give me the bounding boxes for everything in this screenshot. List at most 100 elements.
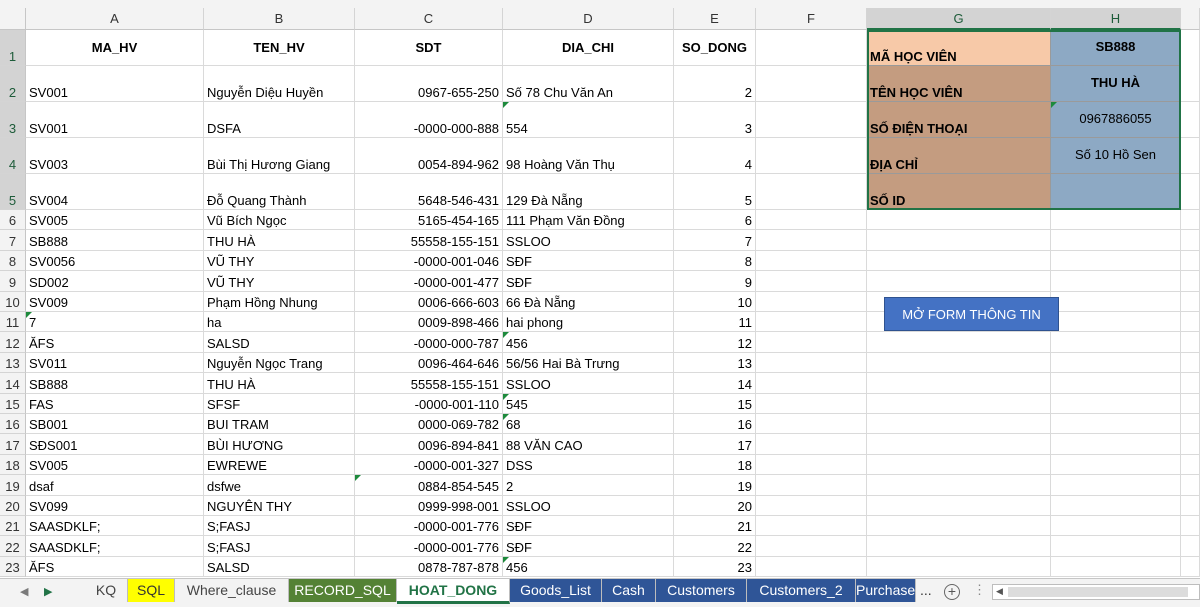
row-header-17[interactable]: 17	[0, 434, 26, 455]
empty-cell[interactable]	[867, 393, 1051, 414]
header-cell-sdt[interactable]: SDT	[355, 30, 503, 66]
student-id-cell[interactable]: dsaf	[26, 475, 204, 496]
column-header-extra[interactable]	[1181, 8, 1200, 30]
row-header-23[interactable]: 23	[0, 556, 26, 578]
form-value[interactable]: SB888	[1051, 30, 1181, 66]
empty-cell[interactable]	[1051, 291, 1181, 312]
address-cell[interactable]: SSLOO	[503, 373, 674, 394]
form-label[interactable]: SỐ ID	[867, 174, 1051, 210]
student-name-cell[interactable]: Nguyễn Diệu Huyền	[204, 66, 355, 102]
empty-cell[interactable]	[756, 536, 867, 557]
student-id-cell[interactable]: SV004	[26, 174, 204, 210]
address-cell[interactable]: 456	[503, 556, 674, 578]
student-name-cell[interactable]: Phạm Hồng Nhung	[204, 291, 355, 312]
more-tabs-icon[interactable]: ...	[920, 582, 932, 598]
column-header-b[interactable]: B	[204, 8, 355, 30]
student-name-cell[interactable]: VŨ THY	[204, 271, 355, 292]
student-name-cell[interactable]: SALSD	[204, 332, 355, 353]
next-sheet-icon[interactable]: ▶	[44, 585, 52, 598]
scrollbar-thumb[interactable]	[1008, 587, 1188, 597]
row-number-cell[interactable]: 7	[674, 230, 756, 251]
row-number-cell[interactable]: 4	[674, 138, 756, 174]
student-id-cell[interactable]: FAS	[26, 393, 204, 414]
empty-cell[interactable]	[867, 454, 1051, 476]
empty-cell[interactable]	[756, 516, 867, 537]
address-cell[interactable]: 111 Phạm Văn Đồng	[503, 210, 674, 231]
form-value[interactable]	[1051, 174, 1181, 210]
student-name-cell[interactable]: Vũ Bích Ngọc	[204, 210, 355, 231]
empty-cell[interactable]	[1051, 454, 1181, 476]
row-number-cell[interactable]: 19	[674, 475, 756, 496]
phone-cell[interactable]: -0000-001-776	[355, 516, 503, 537]
empty-cell[interactable]	[1181, 495, 1200, 516]
address-cell[interactable]: 66 Đà Nẵng	[503, 291, 674, 312]
column-header-g[interactable]: G	[867, 8, 1051, 30]
sheet-tab-hoat-dong[interactable]: HOAT_DONG	[397, 579, 510, 604]
phone-cell[interactable]: 55558-155-151	[355, 373, 503, 394]
student-name-cell[interactable]: NGUYÊN THY	[204, 495, 355, 516]
empty-cell[interactable]	[867, 250, 1051, 272]
phone-cell[interactable]: -0000-000-888	[355, 102, 503, 138]
empty-cell[interactable]	[867, 271, 1051, 292]
prev-sheet-icon[interactable]: ◀	[20, 585, 28, 598]
student-name-cell[interactable]: SALSD	[204, 556, 355, 578]
student-id-cell[interactable]: ĂFS	[26, 332, 204, 353]
address-cell[interactable]: SĐF	[503, 271, 674, 292]
empty-cell[interactable]	[1181, 414, 1200, 435]
empty-cell[interactable]	[1051, 516, 1181, 537]
form-label[interactable]: TÊN HỌC VIÊN	[867, 66, 1051, 102]
row-number-cell[interactable]: 16	[674, 414, 756, 435]
row-header-7[interactable]: 7	[0, 230, 26, 251]
row-header-12[interactable]: 12	[0, 332, 26, 353]
tab-splitter-icon[interactable]: ⋮	[973, 582, 986, 598]
row-header-18[interactable]: 18	[0, 454, 26, 476]
sheet-tab-kq[interactable]: KQ	[85, 579, 128, 602]
empty-cell[interactable]	[1051, 536, 1181, 557]
address-cell[interactable]: DSS	[503, 454, 674, 476]
phone-cell[interactable]: 0096-894-841	[355, 434, 503, 455]
row-number-cell[interactable]: 15	[674, 393, 756, 414]
cell-f1[interactable]	[756, 30, 867, 66]
student-id-cell[interactable]: SV011	[26, 352, 204, 374]
student-id-cell[interactable]: SV001	[26, 66, 204, 102]
add-sheet-icon[interactable]: +	[944, 584, 960, 600]
form-label[interactable]: SỐ ĐIỆN THOẠI	[867, 102, 1051, 138]
empty-cell[interactable]	[867, 516, 1051, 537]
empty-cell[interactable]	[1181, 556, 1200, 578]
empty-cell[interactable]	[867, 414, 1051, 435]
student-name-cell[interactable]: VŨ THY	[204, 250, 355, 272]
row-header-15[interactable]: 15	[0, 393, 26, 414]
student-id-cell[interactable]: SB001	[26, 414, 204, 435]
row-number-cell[interactable]: 13	[674, 352, 756, 374]
empty-cell[interactable]	[1051, 475, 1181, 496]
empty-cell[interactable]	[1181, 516, 1200, 537]
student-name-cell[interactable]: SFSF	[204, 393, 355, 414]
row-header-6[interactable]: 6	[0, 210, 26, 231]
empty-cell[interactable]	[1051, 332, 1181, 353]
empty-cell[interactable]	[756, 454, 867, 476]
student-name-cell[interactable]: Nguyễn Ngọc Trang	[204, 352, 355, 374]
address-cell[interactable]: 545	[503, 393, 674, 414]
row-header-11[interactable]: 11	[0, 312, 26, 333]
empty-cell[interactable]	[1051, 434, 1181, 455]
row-number-cell[interactable]: 6	[674, 210, 756, 231]
phone-cell[interactable]: -0000-001-776	[355, 536, 503, 557]
student-id-cell[interactable]: ĂFS	[26, 556, 204, 578]
address-cell[interactable]: 456	[503, 332, 674, 353]
empty-cell[interactable]	[1051, 210, 1181, 231]
student-name-cell[interactable]: BÙI HƯƠNG	[204, 434, 355, 455]
column-header-h[interactable]: H	[1051, 8, 1181, 30]
empty-cell[interactable]	[867, 352, 1051, 374]
empty-cell[interactable]	[756, 102, 867, 138]
empty-cell[interactable]	[756, 332, 867, 353]
form-label[interactable]: ĐỊA CHỈ	[867, 138, 1051, 174]
student-name-cell[interactable]: S;FASJ	[204, 536, 355, 557]
column-header-a[interactable]: A	[26, 8, 204, 30]
row-header-20[interactable]: 20	[0, 495, 26, 516]
header-cell-ten_hv[interactable]: TEN_HV	[204, 30, 355, 66]
row-header-22[interactable]: 22	[0, 536, 26, 557]
empty-cell[interactable]	[1051, 352, 1181, 374]
sheet-tab-record-sql[interactable]: RECORD_SQL	[289, 579, 397, 602]
empty-cell[interactable]	[756, 210, 867, 231]
student-id-cell[interactable]: 7	[26, 312, 204, 333]
